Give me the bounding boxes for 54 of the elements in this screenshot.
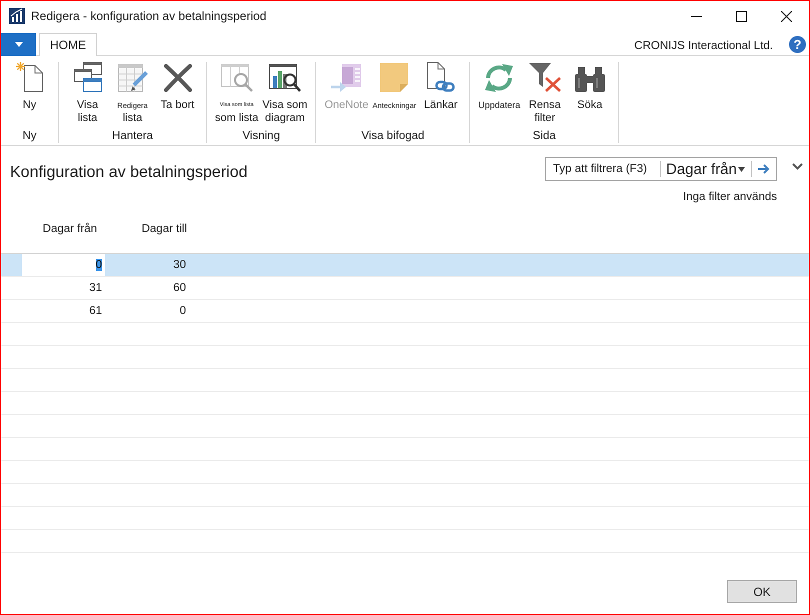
- bar-chart-icon: [9, 8, 25, 24]
- ribbon-tab[interactable]: HOME: [39, 33, 97, 56]
- filter-input[interactable]: Typ att filtrera (F3): [545, 157, 660, 181]
- document-link-icon: [426, 62, 455, 92]
- apply-filter-button[interactable]: [752, 157, 777, 181]
- window-title: Redigera - konfiguration av betalningsperiod: [31, 9, 266, 23]
- chart-magnifier-icon: [268, 64, 301, 92]
- view-list-button[interactable]: Visa lista: [65, 62, 110, 125]
- table-pencil-icon: [118, 64, 148, 92]
- menu-button[interactable]: [1, 33, 36, 56]
- document-sparkle-icon: [16, 62, 44, 92]
- notebook-arrow-icon: [331, 64, 362, 92]
- ok-button[interactable]: OK: [727, 580, 797, 603]
- sticky-note-icon: [380, 63, 408, 92]
- chevron-down-icon[interactable]: [792, 163, 803, 170]
- help-button[interactable]: ?: [789, 36, 806, 53]
- table-row[interactable]: 61 0: [1, 300, 809, 323]
- group-label: Visning: [242, 129, 280, 143]
- funnel-cross-icon: [528, 63, 561, 92]
- group-label: Sida: [532, 129, 556, 143]
- clear-filter-button[interactable]: Rensa filter: [522, 62, 568, 125]
- company-name: CRONIJS Interactional Ltd.: [634, 39, 773, 54]
- table-row[interactable]: 31 60: [1, 277, 809, 300]
- table-cell-text: 30: [172, 258, 187, 273]
- binoculars-icon: [574, 66, 605, 92]
- filter-status: Inga filter används: [683, 190, 777, 205]
- delete-button[interactable]: Ta bort: [155, 62, 200, 112]
- find-button[interactable]: Söka: [567, 62, 612, 112]
- close-icon: [781, 10, 792, 22]
- maximize-icon: [736, 10, 747, 22]
- group-label: Visa bifogad: [361, 129, 424, 143]
- cross-icon: [162, 64, 192, 92]
- page-title: Konfiguration av betalningsperiod: [10, 163, 248, 183]
- caret-down-icon: [14, 42, 22, 47]
- column-header[interactable]: Dagar till: [105, 223, 190, 235]
- caret-down-icon: [738, 166, 745, 172]
- show-as-chart-button[interactable]: Visa som diagram: [260, 62, 310, 125]
- windows-icon: [74, 62, 102, 92]
- refresh-icon: [483, 64, 516, 92]
- table-cell: 0: [22, 254, 105, 276]
- group-label: Hantera: [112, 129, 153, 143]
- table-cell-text: 60: [172, 281, 187, 296]
- table-cell-text: 61: [88, 304, 103, 319]
- group-label: Ny: [22, 129, 37, 143]
- arrow-right-icon: [758, 164, 770, 174]
- table-row[interactable]: 0 30: [1, 254, 809, 277]
- table-cell-text: 0: [178, 304, 187, 319]
- column-header[interactable]: Dagar från: [22, 223, 105, 235]
- links-button[interactable]: Länkar: [418, 62, 464, 112]
- new-button[interactable]: Ny: [7, 62, 52, 112]
- refresh-button[interactable]: Uppdatera: [476, 62, 522, 112]
- field-dropdown[interactable]: Dagar från: [661, 157, 751, 181]
- table-cell-text: 31: [88, 281, 103, 296]
- table-magnifier-icon: [220, 64, 253, 92]
